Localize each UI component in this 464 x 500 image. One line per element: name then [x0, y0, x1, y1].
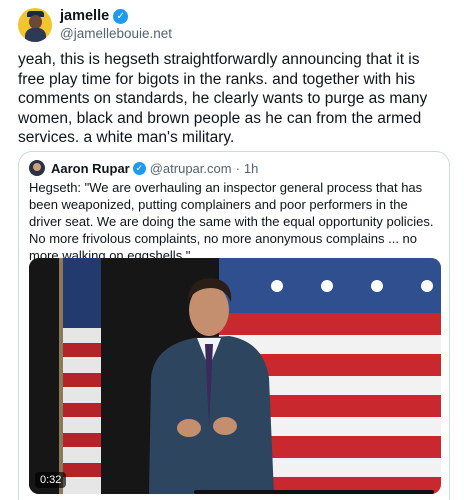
- video-player[interactable]: 0:32: [29, 258, 441, 494]
- video-frame: [29, 258, 441, 494]
- author-names: jamelle ✓ @jamellebouie.net: [60, 8, 172, 42]
- quoted-author-handle[interactable]: @atrupar.com: [150, 161, 232, 176]
- quoted-post-time[interactable]: 1h: [244, 161, 258, 176]
- author-name[interactable]: jamelle: [60, 8, 109, 25]
- quoted-post[interactable]: Aaron Rupar ✓ @atrupar.com · 1h Hegseth:…: [18, 151, 450, 500]
- quoted-post-header: Aaron Rupar ✓ @atrupar.com · 1h: [29, 160, 258, 176]
- tweet-text: yeah, this is hegseth straightforwardly …: [18, 51, 428, 146]
- video-duration: 0:32: [35, 472, 67, 488]
- video-progress-bar[interactable]: [194, 490, 434, 494]
- author-handle[interactable]: @jamellebouie.net: [60, 25, 172, 42]
- verified-badge-icon: ✓: [113, 9, 129, 24]
- meta-separator: ·: [235, 160, 240, 176]
- quoted-author-name[interactable]: Aaron Rupar: [51, 161, 130, 176]
- author-avatar[interactable]: [18, 8, 52, 42]
- quoted-verified-badge-icon: ✓: [132, 161, 146, 175]
- tweet-header: jamelle ✓ @jamellebouie.net: [18, 8, 172, 42]
- quoted-author-avatar[interactable]: [29, 160, 45, 176]
- quoted-post-text: Hegseth: "We are overhauling an inspecto…: [29, 180, 434, 263]
